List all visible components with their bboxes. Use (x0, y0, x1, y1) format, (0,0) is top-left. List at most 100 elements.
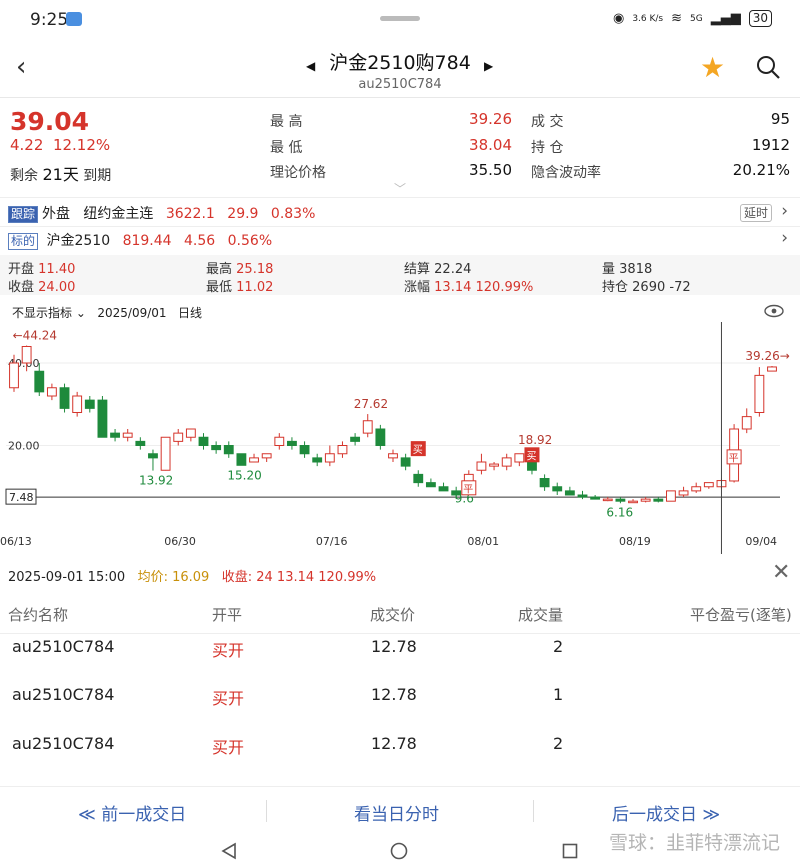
expiry-suffix: 到期 (83, 168, 112, 184)
signal-label: 5G (690, 13, 703, 24)
back-icon[interactable]: ‹ (16, 54, 40, 80)
x-tick-label: 07/16 (316, 535, 348, 548)
candle-body (337, 445, 348, 455)
candle-body (21, 346, 32, 364)
tracking-tag: 跟踪 (8, 206, 39, 223)
col-contract: 合约名称 (8, 606, 69, 624)
eye-comfort-icon: ◉ (612, 11, 625, 26)
candle-body (34, 370, 45, 393)
prev-day-button[interactable]: ≪ 前一成交日 (78, 800, 186, 825)
divider (266, 800, 267, 822)
favorite-star-icon[interactable]: ★ (700, 54, 725, 82)
stat-high-label: 最高 (206, 262, 233, 277)
ref-percent: 0.83% (270, 206, 316, 222)
candle-body (350, 436, 361, 442)
candle-body (590, 496, 601, 500)
candle-body (678, 490, 689, 496)
expiry-prefix: 剩余 (10, 168, 38, 184)
drag-handle[interactable] (380, 16, 420, 21)
delay-badge: 延时 (739, 204, 772, 222)
candle-body (425, 482, 436, 488)
nav-back-icon[interactable] (220, 842, 238, 860)
underlying-name: 沪金2510 (46, 233, 111, 249)
candle-body (198, 436, 209, 446)
candle-body (476, 461, 487, 471)
col-pnl: 平仓盈亏(逐笔) (690, 606, 792, 624)
candle-body (388, 453, 398, 459)
candle-body (413, 473, 424, 484)
candle-body (552, 486, 563, 492)
stat-settle: 结算 22.24 (404, 258, 471, 277)
search-icon[interactable] (756, 55, 780, 79)
trade-info: 2025-09-01 15:00 均价: 16.09 收盘: 24 13.14 … (8, 566, 376, 585)
candle-body (577, 494, 588, 498)
eye-icon[interactable] (764, 304, 784, 318)
x-tick-label: 06/30 (164, 535, 196, 548)
row-volume: 1 (553, 685, 564, 704)
candle-body (703, 482, 714, 488)
underlying-change: 4.56 (184, 233, 216, 249)
stat-low: 最低 11.02 (206, 276, 273, 295)
candle-body (72, 395, 83, 413)
x-tick-label: 08/01 (467, 535, 499, 548)
ref-price: 3622.1 (165, 206, 215, 222)
stat-open-value: 11.40 (38, 262, 76, 277)
close-icon[interactable]: ✕ (772, 562, 790, 584)
row-price: 12.78 (371, 637, 417, 656)
stat-vol: 量 3818 (602, 258, 652, 277)
expand-chevron-icon[interactable]: ﹀ (394, 180, 406, 197)
trade-marker-label: 平 (729, 453, 739, 464)
candle-body (110, 432, 120, 438)
nav-home-icon[interactable] (390, 842, 408, 860)
oi-label: 持 仓 (531, 140, 564, 156)
underlying-chevron-icon[interactable]: › (781, 228, 788, 248)
candle-body (400, 457, 411, 467)
next-day-button[interactable]: 后一成交日 ≫ (612, 800, 720, 825)
row-price: 12.78 (371, 685, 417, 704)
candlestick-chart[interactable]: 40.0020.007.48←44.2413.9215.2027.6218.92… (0, 322, 800, 554)
intraday-button[interactable]: 看当日分时 (354, 800, 439, 825)
chart-period[interactable]: 日线 (178, 306, 202, 320)
volume-label: 成 交 (531, 114, 564, 130)
stat-chg-label: 涨幅 (404, 280, 431, 295)
chevron-down-icon[interactable]: ⌄ (76, 306, 86, 320)
low-label: 最 低 (270, 140, 303, 156)
next-contract-arrow[interactable]: ▶ (484, 59, 493, 73)
last-price: 39.04 (10, 107, 90, 136)
nav-recents-icon[interactable] (562, 843, 578, 859)
row-volume: 2 (553, 734, 564, 753)
candle-body (602, 498, 613, 502)
underlying-row[interactable]: 标的 沪金2510 819.44 4.56 0.56% (8, 230, 272, 250)
chart-toolbar: 不显示指标 ⌄ 2025/09/01 日线 (12, 304, 202, 321)
chart-bg (0, 322, 800, 554)
candle-body (185, 428, 196, 438)
tracking-chevron-icon[interactable]: › (781, 201, 788, 221)
candle-body (501, 457, 512, 467)
y-tick-label: 20.00 (8, 440, 40, 453)
app-notification-icon (66, 12, 82, 26)
candle-body (375, 428, 386, 446)
indicator-dropdown[interactable]: 不显示指标 (12, 306, 72, 320)
trade-marker-label: 平 (463, 484, 473, 495)
low-value: 38.04 (469, 136, 512, 154)
candle-body (122, 432, 133, 438)
candle-body (299, 445, 310, 455)
divider (0, 97, 800, 98)
ref-change: 29.9 (227, 206, 259, 222)
tracking-row[interactable]: 跟踪 外盘 纽约金主连 3622.1 29.9 0.83% (8, 203, 315, 223)
candle-body (160, 436, 171, 471)
candle-body (211, 445, 222, 451)
candle-body (666, 490, 676, 502)
candle-body (691, 486, 702, 492)
candle-body (249, 457, 259, 463)
candle-body (438, 486, 449, 492)
candle-body (46, 387, 57, 397)
candle-body (59, 387, 70, 409)
candle-body (754, 374, 765, 413)
volume-value: 95 (770, 110, 790, 128)
price-change: 4.22 12.12% (10, 136, 110, 154)
candle-body (135, 440, 146, 446)
row-price: 12.78 (371, 734, 417, 753)
trade-marker-label: 买 (526, 450, 536, 462)
candle-body (514, 453, 525, 463)
